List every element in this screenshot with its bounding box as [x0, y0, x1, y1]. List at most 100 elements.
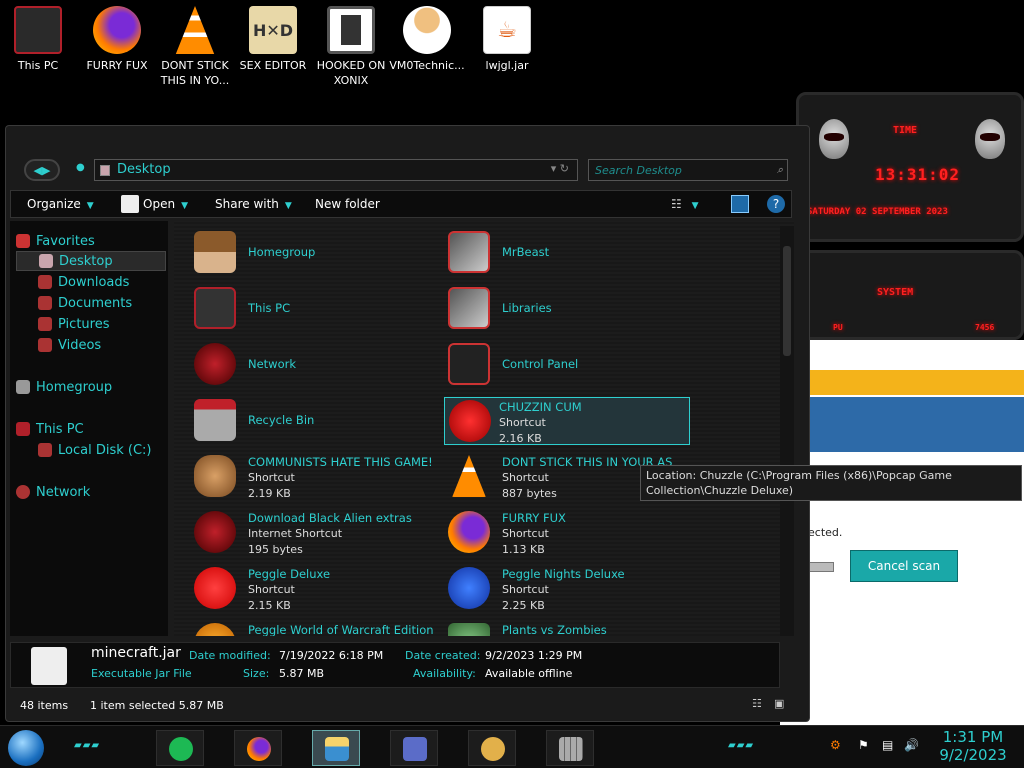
list-item[interactable]: Peggle World of Warcraft Edition	[184, 621, 434, 636]
nav-videos[interactable]: Videos	[38, 335, 166, 355]
item-name: Homegroup	[248, 245, 316, 259]
folder-icon	[100, 165, 110, 176]
firefox-icon	[93, 6, 141, 54]
item-type: Shortcut	[502, 583, 549, 596]
file-list[interactable]: Homegroup This PC Network Recycle Bin CO…	[174, 221, 794, 636]
item-size: 2.16 KB	[499, 432, 542, 445]
preview-pane-icon[interactable]	[731, 195, 749, 213]
nav-documents[interactable]: Documents	[38, 293, 166, 313]
list-item[interactable]: COMMUNISTS HATE THIS GAME! Shortcut 2.19 K…	[184, 453, 433, 503]
drive-icon	[38, 443, 52, 457]
volume-icon[interactable]: 🔊	[904, 738, 919, 752]
item-size: 1.13 KB	[502, 543, 545, 556]
vlc-cone-icon	[175, 6, 215, 54]
nav-favorites[interactable]: Favorites	[16, 231, 166, 251]
organize-button[interactable]: Organize ▼	[27, 197, 94, 211]
nav-this-pc[interactable]: This PC	[16, 419, 166, 439]
item-type: Shortcut	[502, 527, 549, 540]
plants-vs-zombies-icon	[448, 623, 490, 636]
castle-wall-icon	[559, 737, 583, 761]
list-item[interactable]: Control Panel	[438, 341, 678, 391]
time-widget[interactable]: TIME 13:31:02 SATURDAY 02 SEPTEMBER 2023	[796, 92, 1024, 242]
nav-local-disk[interactable]: Local Disk (C:)	[38, 440, 166, 460]
item-type: Shortcut	[499, 416, 546, 429]
taskbar-app-file-explorer[interactable]	[312, 730, 360, 766]
taskbar-app-firefox[interactable]	[234, 730, 282, 766]
item-size: 2.25 KB	[502, 599, 545, 612]
item-name: FURRY FUX	[502, 511, 566, 525]
nav-pictures[interactable]: Pictures	[38, 314, 166, 334]
scan-status-text: ected.	[808, 526, 843, 539]
explorer-window[interactable]: ◀▶ ● Desktop ▾ ↻ Search Desktop ⌕ Organi…	[5, 125, 810, 722]
large-icons-view-icon[interactable]: ▣	[774, 697, 784, 710]
new-folder-button[interactable]: New folder	[315, 197, 380, 211]
cancel-scan-button[interactable]: Cancel scan	[850, 550, 958, 582]
item-size: 2.19 KB	[248, 487, 291, 500]
command-bar: Organize ▼ Open ▼ Share with ▼ New folder ☷…	[10, 190, 792, 218]
network-tray-icon[interactable]: ▤	[882, 738, 893, 752]
nav-homegroup[interactable]: Homegroup	[16, 377, 166, 397]
address-text: Desktop	[117, 162, 171, 177]
taskbar-clock[interactable]: 1:31 PM 9/2/2023	[932, 728, 1014, 764]
refresh-icon[interactable]: ▾ ↻	[551, 162, 569, 175]
taskbar-app-id-card[interactable]	[390, 730, 438, 766]
availability-value: Available offline	[485, 667, 573, 680]
tray-app-icon[interactable]: ⚙	[830, 738, 841, 752]
taskbar-app-castle[interactable]	[546, 730, 594, 766]
history-dropdown[interactable]: ●	[76, 162, 85, 173]
details-view-icon[interactable]: ☷	[752, 697, 762, 710]
item-size: 887 bytes	[502, 487, 557, 500]
address-row: ◀▶ ● Desktop ▾ ↻ Search Desktop ⌕	[6, 151, 809, 189]
desktop-icon-hooked-on-xonix[interactable]: HOOKED ON XONIX	[313, 6, 389, 88]
desktop-icon-vm0technic[interactable]: VM0Technic...	[389, 6, 465, 73]
list-item[interactable]: Download Black Alien extras Internet Shor…	[184, 509, 424, 559]
desktop-icon-sex-editor[interactable]: H✕D SEX EDITOR	[235, 6, 311, 73]
help-icon[interactable]: ?	[767, 195, 785, 213]
search-input[interactable]: Search Desktop ⌕	[588, 159, 788, 181]
list-item[interactable]: MrBeast	[438, 229, 678, 279]
list-item[interactable]: Homegroup	[184, 229, 424, 279]
size-label: Size:	[243, 667, 270, 680]
desktop-icon-this-pc[interactable]: This PC	[0, 6, 76, 73]
start-button[interactable]	[8, 730, 44, 766]
peggle-icon	[448, 567, 490, 609]
nav-network[interactable]: Network	[16, 482, 166, 502]
item-type: Internet Shortcut	[248, 527, 343, 540]
scrollbar-thumb[interactable]	[783, 246, 791, 356]
list-item[interactable]: Recycle Bin	[184, 397, 424, 447]
open-button[interactable]: Open ▼	[143, 197, 188, 211]
item-name: This PC	[248, 301, 291, 315]
share-with-button[interactable]: Share with ▼	[215, 197, 292, 211]
action-center-flag-icon[interactable]: ⚑	[858, 738, 869, 752]
desktop-icon-dont-stick[interactable]: DONT STICK THIS IN YO...	[157, 6, 233, 88]
list-item[interactable]: Peggle Deluxe Shortcut 2.15 KB	[184, 565, 424, 615]
desktop-icon-furry-fux[interactable]: FURRY FUX	[79, 6, 155, 73]
list-item[interactable]: Network	[184, 341, 424, 391]
taskbar-decoration: ▰▰▰	[74, 740, 101, 751]
list-item-selected[interactable]: CHUZZIN CUM Shortcut 2.16 KB	[444, 397, 690, 445]
java-jar-icon	[121, 195, 139, 213]
system-widget[interactable]: SYSTEM PU 7456	[796, 250, 1024, 340]
list-item[interactable]: Libraries	[438, 285, 678, 335]
list-item[interactable]: This PC	[184, 285, 424, 335]
header-band	[808, 370, 1024, 395]
vertical-scrollbar[interactable]	[780, 226, 794, 636]
network-icon	[194, 343, 236, 385]
list-item[interactable]: Peggle Nights Deluxe Shortcut 2.25 KB	[438, 565, 678, 615]
back-forward-button[interactable]: ◀▶	[24, 159, 60, 181]
desktop-icon-lwjgl-jar[interactable]: ☕ lwjgl.jar	[469, 6, 545, 73]
list-item[interactable]: FURRY FUX Shortcut 1.13 KB	[438, 509, 678, 559]
address-bar[interactable]: Desktop ▾ ↻	[94, 159, 578, 181]
navigation-pane: Favorites Desktop Downloads Documents Pi…	[10, 221, 168, 636]
taskbar-app-handshake[interactable]	[468, 730, 516, 766]
item-size: 2.15 KB	[248, 599, 291, 612]
nav-downloads[interactable]: Downloads	[38, 272, 166, 292]
nav-downloads-label: Downloads	[58, 274, 130, 290]
taskbar-app-spotify[interactable]	[156, 730, 204, 766]
item-name: Download Black Alien extras	[248, 511, 412, 525]
nav-desktop[interactable]: Desktop	[16, 251, 166, 271]
recycle-bin-icon	[194, 399, 236, 441]
homegroup-icon	[16, 380, 30, 394]
list-item[interactable]: Plants vs Zombies	[438, 621, 678, 636]
view-options-icon[interactable]: ☷ ▼	[671, 197, 699, 211]
